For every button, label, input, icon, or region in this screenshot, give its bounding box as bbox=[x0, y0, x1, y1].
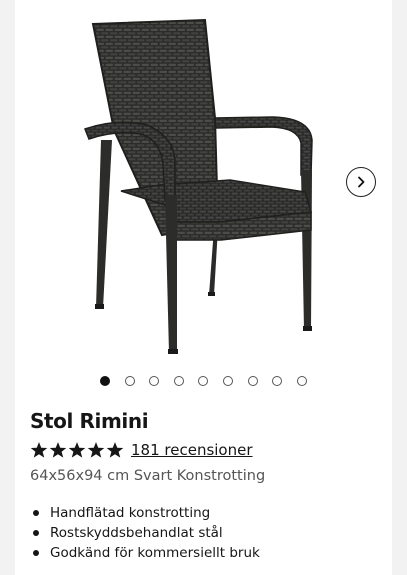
product-image-gallery[interactable] bbox=[15, 0, 392, 365]
gallery-dot[interactable] bbox=[272, 376, 282, 386]
list-item: Rostskyddsbehandlat stål bbox=[30, 523, 260, 543]
gallery-dot[interactable] bbox=[149, 376, 159, 386]
product-title: Stol Rimini bbox=[30, 409, 149, 433]
chevron-right-icon bbox=[358, 176, 365, 188]
star-icon bbox=[30, 442, 48, 458]
gallery-next-button[interactable] bbox=[346, 167, 376, 197]
gallery-dot[interactable] bbox=[297, 376, 307, 386]
product-variant: 64x56x94 cm Svart Konstrotting bbox=[30, 468, 266, 484]
gallery-dot[interactable] bbox=[174, 376, 184, 386]
feature-list: Handflätad konstrotting Rostskyddsbehand… bbox=[30, 503, 260, 563]
gallery-dot[interactable] bbox=[100, 376, 110, 386]
feature-text: Handflätad konstrotting bbox=[50, 505, 211, 521]
star-icon bbox=[87, 442, 105, 458]
gallery-dot[interactable] bbox=[198, 376, 208, 386]
gallery-dot[interactable] bbox=[223, 376, 233, 386]
reviews-link[interactable]: 181 recensioner bbox=[131, 441, 253, 459]
product-card: Stol Rimini 181 recensioner 64x56x94 cm … bbox=[15, 0, 392, 575]
star-icon bbox=[49, 442, 67, 458]
list-item: Godkänd för kommersiellt bruk bbox=[30, 543, 260, 563]
product-image bbox=[84, 18, 313, 354]
feature-text: Rostskyddsbehandlat stål bbox=[50, 525, 223, 541]
bullet-icon bbox=[33, 550, 39, 556]
gallery-dot[interactable] bbox=[248, 376, 258, 386]
star-rating bbox=[30, 441, 124, 459]
list-item: Handflätad konstrotting bbox=[30, 503, 260, 523]
rating-row: 181 recensioner bbox=[30, 439, 253, 461]
star-icon bbox=[106, 442, 124, 458]
bullet-icon bbox=[33, 510, 39, 516]
bullet-icon bbox=[33, 530, 39, 536]
star-icon bbox=[68, 442, 86, 458]
gallery-dot[interactable] bbox=[125, 376, 135, 386]
gallery-pagination bbox=[15, 376, 392, 388]
feature-text: Godkänd för kommersiellt bruk bbox=[50, 545, 260, 561]
